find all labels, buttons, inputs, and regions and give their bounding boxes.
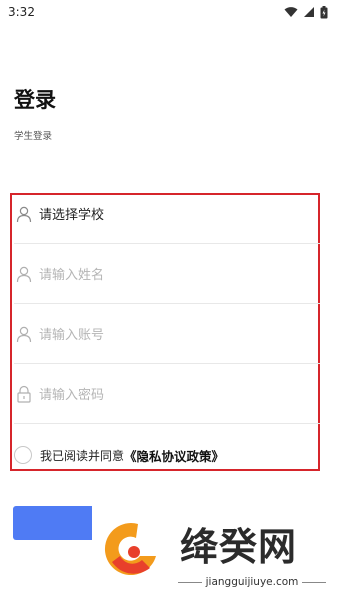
privacy-policy-link[interactable]: 《隐私协议政策》 bbox=[124, 446, 224, 465]
watermark-url-row: jiangguijiuye.com bbox=[178, 576, 327, 588]
page-title: 登录 bbox=[14, 88, 56, 112]
watermark: 绛癸网 jiangguijiuye.com bbox=[92, 506, 332, 600]
user-icon bbox=[16, 326, 32, 342]
account-field-placeholder: 请输入账号 bbox=[39, 328, 105, 343]
agreement-checkbox[interactable] bbox=[14, 446, 32, 464]
user-icon bbox=[16, 266, 32, 282]
status-icons bbox=[284, 5, 328, 19]
watermark-logo bbox=[104, 523, 156, 576]
cell-signal-icon bbox=[304, 7, 314, 17]
page-subtitle: 学生登录 bbox=[14, 131, 53, 142]
school-select-value: 请选择学校 bbox=[39, 208, 105, 223]
agreement-text: 我已阅读并同意 bbox=[40, 448, 125, 463]
wifi-icon bbox=[284, 7, 298, 17]
name-field-placeholder: 请输入姓名 bbox=[39, 268, 105, 283]
name-field[interactable]: 请输入姓名 bbox=[14, 244, 320, 304]
divider bbox=[178, 581, 202, 583]
status-time: 3:32 bbox=[8, 5, 35, 19]
watermark-url: jiangguijiuye.com bbox=[205, 576, 299, 588]
divider bbox=[302, 581, 327, 583]
password-field[interactable]: 请输入密码 bbox=[14, 364, 320, 424]
account-field[interactable]: 请输入账号 bbox=[14, 304, 320, 364]
agreement-row: 我已阅读并同意 《隐私协议政策》 bbox=[14, 435, 314, 475]
user-icon bbox=[16, 206, 32, 222]
lock-icon bbox=[17, 385, 31, 403]
watermark-name: 绛癸网 bbox=[180, 525, 298, 569]
password-field-placeholder: 请输入密码 bbox=[39, 388, 105, 403]
school-select[interactable]: 请选择学校 bbox=[14, 184, 320, 244]
status-bar: 3:32 bbox=[0, 0, 338, 24]
battery-icon bbox=[320, 5, 328, 18]
